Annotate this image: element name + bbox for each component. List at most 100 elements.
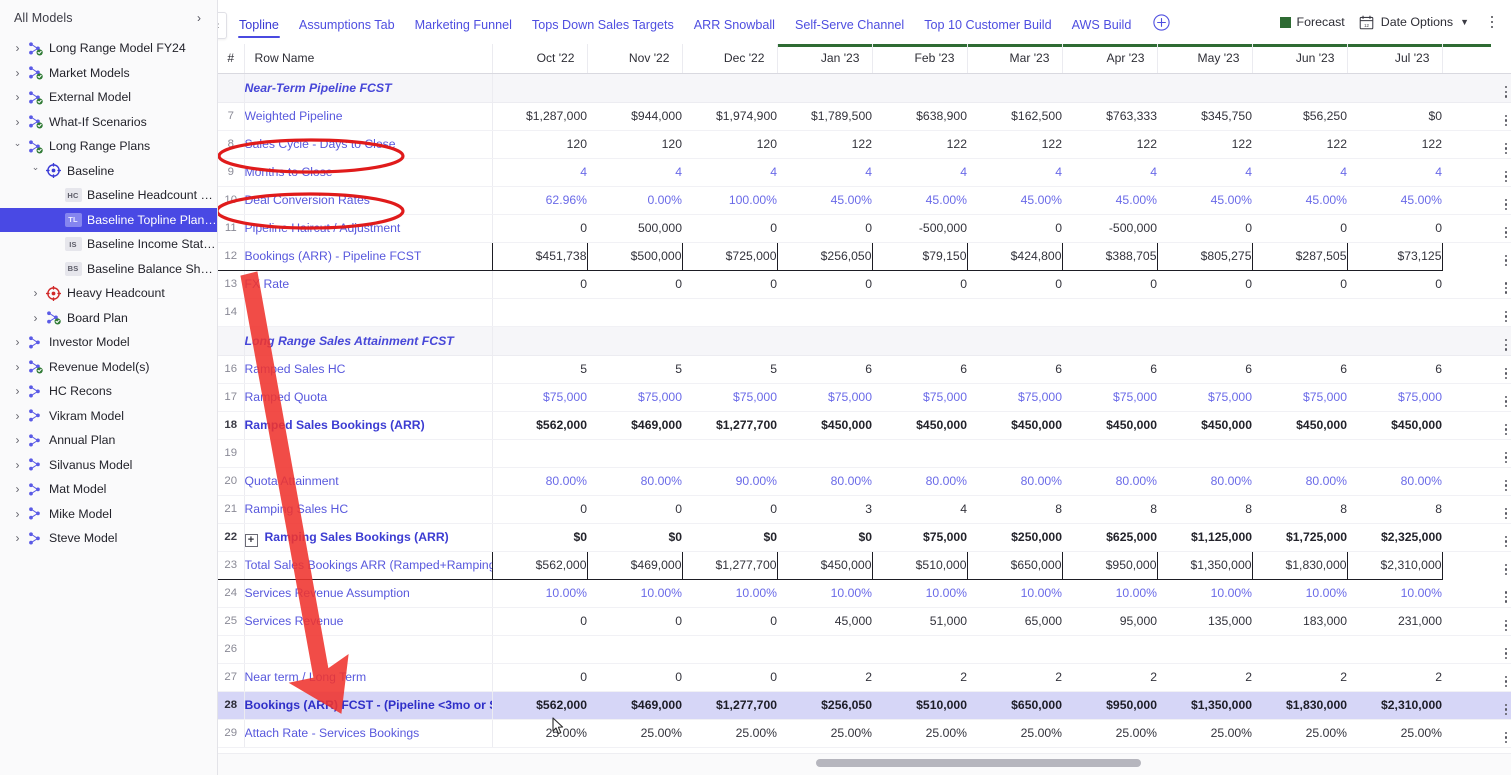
cell[interactable]: 10.00% [682, 579, 777, 607]
cell[interactable]: -500,000 [872, 214, 967, 242]
cell[interactable] [967, 439, 1062, 467]
table-row[interactable]: 20Quota Attainment80.00%80.00%90.00%80.0… [218, 467, 1511, 495]
cell[interactable]: $1,789,500 [777, 102, 872, 130]
table-row[interactable]: 11Pipeline Haircut / Adjustment0500,0000… [218, 214, 1511, 242]
cell[interactable]: 45.00% [1157, 186, 1252, 214]
cell[interactable]: 80.00% [1347, 467, 1442, 495]
table-row[interactable]: 22+Ramping Sales Bookings (ARR)$0$0$0$0$… [218, 523, 1511, 551]
more-vertical-icon[interactable] [1505, 536, 1507, 548]
cell[interactable]: $450,000 [1347, 411, 1442, 439]
cell[interactable]: $1,287,000 [492, 102, 587, 130]
cell[interactable]: 0 [682, 663, 777, 691]
row-menu-cell[interactable] [1491, 102, 1511, 130]
cell[interactable] [967, 298, 1062, 326]
row-menu-cell[interactable] [1491, 242, 1511, 270]
table-row[interactable]: 27Near term / Long Term0002222222 [218, 663, 1511, 691]
cell[interactable]: 122 [1252, 130, 1347, 158]
cell[interactable]: 90.00% [682, 467, 777, 495]
row-name-cell[interactable]: Bookings (ARR) - Pipeline FCST [244, 242, 492, 270]
cell[interactable]: $345,750 [1157, 102, 1252, 130]
cell[interactable] [967, 326, 1062, 355]
chevron-right-icon[interactable] [10, 91, 25, 103]
cell[interactable] [1252, 298, 1347, 326]
sidebar-item-heavy-headcount[interactable]: Heavy Headcount [0, 281, 217, 306]
row-menu-cell[interactable] [1491, 270, 1511, 298]
cell[interactable]: $450,000 [1157, 411, 1252, 439]
row-name-cell[interactable]: Pipeline Haircut / Adjustment [244, 214, 492, 242]
sidebar-item-market-models[interactable]: Market Models [0, 61, 217, 86]
cell[interactable] [777, 635, 872, 663]
cell[interactable] [872, 635, 967, 663]
cell[interactable]: 0 [1252, 270, 1347, 298]
cell[interactable]: 8 [1157, 495, 1252, 523]
cell[interactable]: 0 [587, 270, 682, 298]
cell[interactable]: $638,900 [872, 102, 967, 130]
cell[interactable]: $500,000 [587, 242, 682, 270]
cell[interactable]: 6 [872, 355, 967, 383]
cell[interactable]: 8 [1062, 495, 1157, 523]
cell[interactable] [1252, 439, 1347, 467]
chevron-right-icon[interactable]: › [193, 10, 205, 26]
cell[interactable]: $75,000 [1157, 383, 1252, 411]
row-name-cell[interactable]: Long Range Sales Attainment FCST [244, 326, 492, 355]
chevron-right-icon[interactable] [10, 42, 25, 54]
sidebar-item-external-model[interactable]: External Model [0, 85, 217, 110]
chevron-right-icon[interactable] [10, 361, 25, 373]
more-vertical-icon[interactable] [1505, 452, 1507, 464]
cell[interactable]: 122 [967, 130, 1062, 158]
cell[interactable]: $950,000 [1062, 551, 1157, 579]
cell[interactable]: $1,277,700 [682, 691, 777, 719]
cell[interactable]: 4 [1347, 158, 1442, 186]
cell[interactable]: 6 [967, 355, 1062, 383]
cell[interactable]: 120 [587, 130, 682, 158]
cell[interactable]: 0 [587, 495, 682, 523]
more-vertical-icon[interactable] [1505, 311, 1507, 323]
cell[interactable]: 80.00% [777, 467, 872, 495]
cell[interactable] [682, 73, 777, 102]
cell[interactable] [682, 439, 777, 467]
cell[interactable] [682, 298, 777, 326]
row-name-cell[interactable]: Near-Term Pipeline FCST [244, 73, 492, 102]
header-month-jan-23[interactable]: Jan '23 [777, 44, 872, 73]
cell[interactable]: 4 [872, 158, 967, 186]
cell[interactable]: 2 [1252, 663, 1347, 691]
cell[interactable]: 25.00% [1347, 719, 1442, 747]
table-row[interactable]: 26 [218, 635, 1511, 663]
table-row[interactable]: 13FX Rate0000000000 [218, 270, 1511, 298]
cell[interactable]: $1,277,700 [682, 411, 777, 439]
chevron-right-icon[interactable] [28, 287, 43, 299]
cell[interactable]: $75,000 [967, 383, 1062, 411]
cell[interactable]: 0 [682, 270, 777, 298]
header-month-jun-23[interactable]: Jun '23 [1252, 44, 1347, 73]
cell[interactable]: 120 [682, 130, 777, 158]
row-name-cell[interactable]: Quota Attainment [244, 467, 492, 495]
cell[interactable]: 122 [1347, 130, 1442, 158]
table-row[interactable]: 14 [218, 298, 1511, 326]
cell[interactable]: $75,000 [492, 383, 587, 411]
tab-tops-down-sales-targets[interactable]: Tops Down Sales Targets [522, 0, 684, 44]
header-month-oct-22[interactable]: Oct '22 [492, 44, 587, 73]
cell[interactable]: $469,000 [587, 551, 682, 579]
more-vertical-icon[interactable] [1505, 620, 1507, 632]
table-row[interactable]: 23Total Sales Bookings ARR (Ramped+Rampi… [218, 551, 1511, 579]
sidebar-item-baseline-balance-shee[interactable]: BSBaseline Balance Shee... [0, 257, 217, 282]
cell[interactable]: $79,150 [872, 242, 967, 270]
cell[interactable]: $650,000 [967, 551, 1062, 579]
cell[interactable]: 4 [967, 158, 1062, 186]
cell[interactable]: 122 [1062, 130, 1157, 158]
row-menu-cell[interactable] [1491, 439, 1511, 467]
more-vertical-icon[interactable] [1505, 339, 1507, 351]
cell[interactable]: 6 [1062, 355, 1157, 383]
row-menu-cell[interactable] [1491, 130, 1511, 158]
cell[interactable]: 183,000 [1252, 607, 1347, 635]
scrollbar-thumb[interactable] [816, 759, 1141, 767]
cell[interactable]: 2 [1062, 663, 1157, 691]
table-row[interactable]: 28Bookings (ARR) FCST - (Pipeline <3mo o… [218, 691, 1511, 719]
row-menu-cell[interactable] [1491, 523, 1511, 551]
row-menu-cell[interactable] [1491, 411, 1511, 439]
cell[interactable] [1062, 298, 1157, 326]
chevron-right-icon[interactable] [28, 312, 43, 324]
table-row[interactable]: 16Ramped Sales HC5556666666 [218, 355, 1511, 383]
more-vertical-icon[interactable] [1505, 86, 1507, 98]
cell[interactable] [1157, 439, 1252, 467]
